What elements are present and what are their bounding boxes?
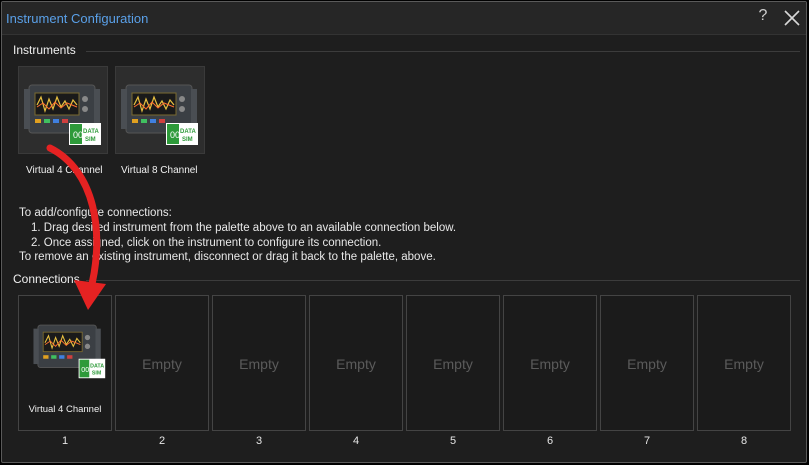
palette-label-virtual-4-channel: Virtual 4 Channel — [26, 165, 103, 176]
palette-virtual-8-channel[interactable]: 00 DATA SIM — [115, 66, 205, 154]
svg-text:SIM: SIM — [85, 137, 96, 143]
connection-slot-3[interactable]: Empty — [212, 295, 306, 431]
svg-text:DATA: DATA — [180, 129, 196, 135]
connection-number-5: 5 — [449, 435, 457, 447]
instructions-line-3: 2. Once assigned, click on the instrumen… — [31, 236, 382, 249]
connection-slot-2-empty: Empty — [142, 356, 182, 372]
connection-number-4: 4 — [352, 435, 360, 447]
connection-slot-7-empty: Empty — [627, 356, 667, 372]
instruments-heading: Instruments — [13, 43, 76, 57]
connection-slot-8-empty: Empty — [724, 356, 764, 372]
connection-slot-5[interactable]: Empty — [406, 295, 500, 431]
connection-number-1: 1 — [61, 435, 69, 447]
svg-text:DATA: DATA — [83, 129, 99, 135]
connection-number-6: 6 — [546, 435, 554, 447]
instrument-configuration-dialog: Instrument Configuration ? Instruments 0… — [1, 1, 807, 463]
instructions-line-2: 1. Drag desired instrument from the pale… — [31, 221, 457, 234]
palette-label-virtual-8-channel: Virtual 8 Channel — [121, 165, 198, 176]
connections-divider — [86, 280, 800, 281]
svg-text:SIM: SIM — [182, 137, 193, 143]
instruments-divider — [86, 51, 800, 52]
instrument-icon: 00 DATA SIM — [19, 67, 107, 153]
connection-number-3: 3 — [255, 435, 263, 447]
connection-number-8: 8 — [740, 435, 748, 447]
connection-number-7: 7 — [643, 435, 651, 447]
instrument-icon: 00 DATA SIM — [116, 67, 204, 153]
help-button[interactable]: ? — [756, 7, 770, 27]
instructions-text: To add/configure connections: 1. Drag de… — [19, 206, 456, 265]
connection-slot-3-empty: Empty — [239, 356, 279, 372]
connection-slot-1-label: Virtual 4 Channel — [28, 404, 102, 415]
connection-slot-5-empty: Empty — [433, 356, 473, 372]
svg-text:SIM: SIM — [92, 371, 102, 377]
connections-heading: Connections — [13, 272, 80, 286]
svg-text:00: 00 — [170, 130, 180, 140]
title-bar: Instrument Configuration ? — [2, 2, 806, 35]
svg-text:DATA: DATA — [90, 364, 104, 370]
connection-slot-6-empty: Empty — [530, 356, 570, 372]
connection-slot-6[interactable]: Empty — [503, 295, 597, 431]
svg-text:00: 00 — [81, 366, 89, 374]
connection-slot-4[interactable]: Empty — [309, 295, 403, 431]
instructions-line-4: To remove an existing instrument, discon… — [19, 251, 436, 264]
svg-text:00: 00 — [73, 130, 83, 140]
connection-number-2: 2 — [158, 435, 166, 447]
instrument-icon: 00 DATA SIM — [33, 324, 106, 379]
connection-slot-7[interactable]: Empty — [600, 295, 694, 431]
connection-slot-2[interactable]: Empty — [115, 295, 209, 431]
connection-slot-4-empty: Empty — [336, 356, 376, 372]
window-title: Instrument Configuration — [6, 11, 149, 26]
close-icon[interactable] — [783, 9, 801, 27]
palette-virtual-4-channel[interactable]: 00 DATA SIM — [18, 66, 108, 154]
connection-slot-1[interactable]: 00 DATA SIM Virtual 4 Channel — [18, 295, 112, 431]
instructions-line-1: To add/configure connections: — [19, 207, 172, 219]
connection-slot-8[interactable]: Empty — [697, 295, 791, 431]
